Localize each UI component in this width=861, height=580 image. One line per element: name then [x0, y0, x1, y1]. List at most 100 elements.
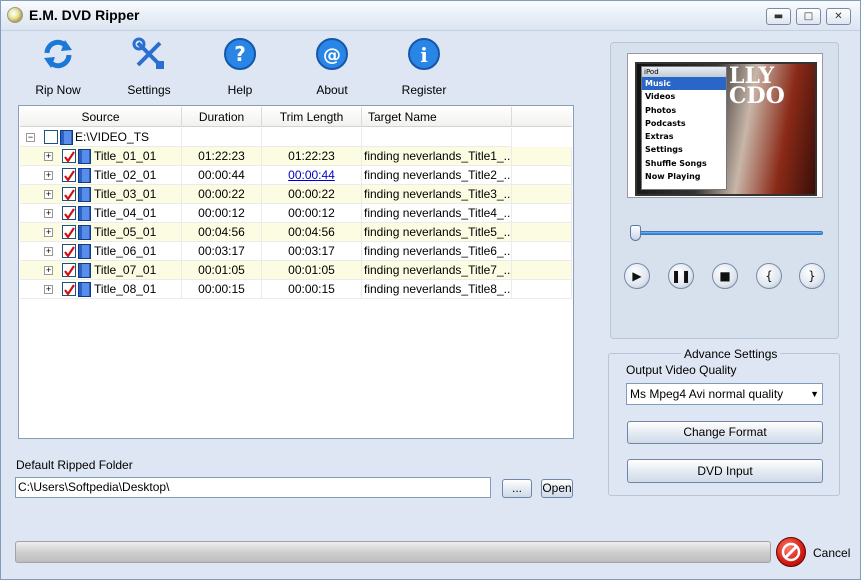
- table-row[interactable]: + Title_03_01 00:00:22 00:00:22 finding neve…: [20, 185, 572, 204]
- ipod-menu-item: Extras: [645, 132, 674, 142]
- row-target-name[interactable]: finding neverlands_Title8_...: [362, 280, 512, 299]
- row-target-name[interactable]: finding neverlands_Title4_...: [362, 204, 512, 223]
- rip-now-button[interactable]: Rip Now: [23, 37, 93, 97]
- expand-icon[interactable]: +: [44, 228, 53, 237]
- tree-root-row[interactable]: − E:\VIDEO_TS: [20, 128, 572, 147]
- video-file-icon: [78, 168, 91, 183]
- row-trim-length[interactable]: 00:01:05: [262, 261, 362, 280]
- row-duration: 00:03:17: [182, 242, 262, 261]
- mark-out-button[interactable]: }: [799, 263, 825, 289]
- row-target-name[interactable]: finding neverlands_Title7_...: [362, 261, 512, 280]
- row-trim-length[interactable]: 00:00:15: [262, 280, 362, 299]
- column-source[interactable]: Source: [20, 107, 182, 127]
- help-button[interactable]: ? Help: [205, 37, 275, 97]
- row-checkbox[interactable]: [62, 187, 76, 201]
- close-button[interactable]: ✕: [826, 8, 851, 25]
- table-row[interactable]: + Title_01_01 01:22:23 01:22:23 finding neve…: [20, 147, 572, 166]
- row-duration: 00:00:15: [182, 280, 262, 299]
- seek-track[interactable]: [631, 231, 823, 235]
- cancel-icon[interactable]: [776, 537, 806, 567]
- expand-icon[interactable]: +: [44, 152, 53, 161]
- video-file-icon: [78, 263, 91, 278]
- row-trim-length[interactable]: 00:04:56: [262, 223, 362, 242]
- row-duration: 01:22:23: [182, 147, 262, 166]
- row-checkbox[interactable]: [62, 149, 76, 163]
- ipod-menu: iPod Music Videos Photos Podcasts Extras Sett…: [641, 66, 727, 190]
- info-icon: i: [408, 38, 440, 70]
- expand-icon[interactable]: +: [44, 247, 53, 256]
- table-row[interactable]: + Title_06_01 00:03:17 00:03:17 finding neve…: [20, 242, 572, 261]
- ipod-menu-item: Podcasts: [645, 118, 686, 128]
- collapse-icon[interactable]: −: [26, 133, 35, 142]
- svg-text:i: i: [420, 43, 428, 67]
- row-trim-length[interactable]: 01:22:23: [262, 147, 362, 166]
- folder-path-input[interactable]: C:\Users\Softpedia\Desktop\: [15, 477, 491, 498]
- table-row[interactable]: + Title_08_01 00:00:15 00:00:15 finding neve…: [20, 280, 572, 299]
- play-button[interactable]: ▶: [624, 263, 650, 289]
- table-row[interactable]: + Title_07_01 00:01:05 00:01:05 finding neve…: [20, 261, 572, 280]
- video-file-icon: [78, 225, 91, 240]
- quality-select[interactable]: Ms Mpeg4 Avi normal quality ▼: [626, 383, 823, 405]
- row-source: Title_05_01: [94, 225, 157, 239]
- row-checkbox[interactable]: [62, 206, 76, 220]
- expand-icon[interactable]: +: [44, 285, 53, 294]
- quality-label: Output Video Quality: [626, 363, 737, 377]
- row-checkbox[interactable]: [62, 225, 76, 239]
- grid-header: Source Duration Trim Length Target Name: [20, 107, 572, 127]
- column-trim-length[interactable]: Trim Length: [262, 107, 362, 127]
- expand-icon[interactable]: +: [44, 190, 53, 199]
- expand-icon[interactable]: +: [44, 171, 53, 180]
- overlay-text: LLY CDO: [729, 63, 785, 109]
- app-window: E.M. DVD Ripper ▬ □ ✕ Rip Now Settings ?…: [0, 0, 861, 580]
- row-trim-length[interactable]: 00:00:12: [262, 204, 362, 223]
- mark-in-button[interactable]: {: [756, 263, 782, 289]
- row-checkbox[interactable]: [62, 244, 76, 258]
- row-trim-length[interactable]: 00:03:17: [262, 242, 362, 261]
- minimize-button[interactable]: ▬: [766, 8, 791, 25]
- register-button[interactable]: i Register: [389, 37, 459, 97]
- row-trim-length[interactable]: 00:00:22: [262, 185, 362, 204]
- svg-text:?: ?: [234, 42, 246, 66]
- row-target-name[interactable]: finding neverlands_Title5_...: [362, 223, 512, 242]
- ipod-menu-item: Settings: [645, 145, 683, 155]
- ipod-menu-item: Videos: [645, 92, 676, 102]
- row-duration: 00:04:56: [182, 223, 262, 242]
- browse-button[interactable]: ...: [502, 479, 532, 498]
- pause-button[interactable]: ❚❚: [668, 263, 694, 289]
- title-bar: E.M. DVD Ripper ▬ □ ✕: [1, 1, 860, 31]
- table-row[interactable]: + Title_05_01 00:04:56 00:04:56 finding neve…: [20, 223, 572, 242]
- row-duration: 00:00:12: [182, 204, 262, 223]
- row-checkbox[interactable]: [62, 168, 76, 182]
- cancel-button[interactable]: Cancel: [813, 546, 850, 560]
- row-checkbox[interactable]: [62, 282, 76, 296]
- column-duration[interactable]: Duration: [182, 107, 262, 127]
- video-file-icon: [78, 206, 91, 221]
- row-target-name[interactable]: finding neverlands_Title6_...: [362, 242, 512, 261]
- open-button[interactable]: Open: [541, 479, 573, 498]
- settings-button[interactable]: Settings: [114, 37, 184, 97]
- ipod-menu-item: Photos: [645, 105, 677, 115]
- stop-button[interactable]: ■: [712, 263, 738, 289]
- expand-icon[interactable]: +: [44, 209, 53, 218]
- row-target-name[interactable]: finding neverlands_Title3_...: [362, 185, 512, 204]
- column-target-name[interactable]: Target Name: [362, 107, 512, 127]
- seek-thumb[interactable]: [630, 225, 641, 241]
- row-source: Title_04_01: [94, 206, 157, 220]
- row-target-name[interactable]: finding neverlands_Title1_...: [362, 147, 512, 166]
- row-target-name[interactable]: finding neverlands_Title2_...: [362, 166, 512, 185]
- change-format-button[interactable]: Change Format: [627, 421, 823, 444]
- maximize-button[interactable]: □: [796, 8, 821, 25]
- table-row[interactable]: + Title_02_01 00:00:44 00:00:44 finding neve…: [20, 166, 572, 185]
- row-checkbox[interactable]: [62, 263, 76, 277]
- about-button[interactable]: @ About: [297, 37, 367, 97]
- dvd-input-button[interactable]: DVD Input: [627, 459, 823, 483]
- video-file-icon: [78, 244, 91, 259]
- root-checkbox[interactable]: [44, 130, 58, 144]
- video-file-icon: [78, 149, 91, 164]
- row-trim-length[interactable]: 00:00:44: [262, 166, 362, 185]
- table-row[interactable]: + Title_04_01 00:00:12 00:00:12 finding neve…: [20, 204, 572, 223]
- row-source: Title_06_01: [94, 244, 157, 258]
- root-label: E:\VIDEO_TS: [75, 130, 150, 144]
- expand-icon[interactable]: +: [44, 266, 53, 275]
- titles-grid: Source Duration Trim Length Target Name …: [18, 105, 574, 439]
